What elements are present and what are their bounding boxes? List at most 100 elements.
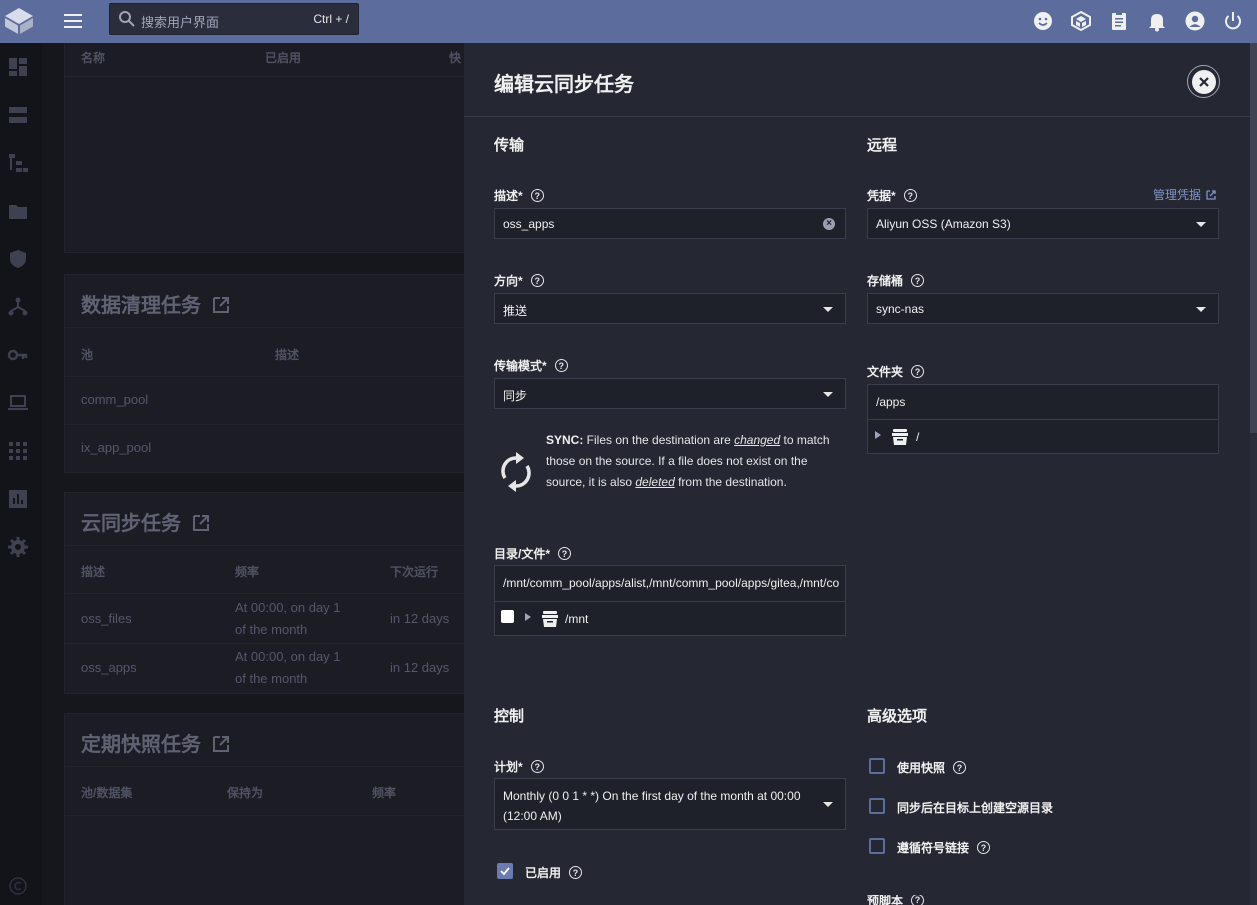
global-search-input[interactable]: 搜索用户界面 Ctrl + /	[109, 3, 359, 35]
shares-folder-icon[interactable]	[7, 200, 29, 222]
sync-mode-info: SYNC: Files on the destination are chang…	[494, 428, 846, 518]
transfer-mode-select[interactable]: 同步	[494, 378, 846, 409]
create-empty-dirs-checkbox[interactable]	[869, 798, 885, 814]
help-icon[interactable]: ?	[569, 866, 583, 879]
datasets-icon[interactable]	[7, 152, 29, 174]
edit-cloud-sync-dialog: 编辑云同步任务 传输 描述 *? oss_apps × 方向 *? 推送 传输模式 *…	[464, 43, 1257, 905]
follow-symlinks-checkbox[interactable]	[869, 838, 885, 854]
direction-select[interactable]: 推送	[494, 293, 846, 324]
help-icon[interactable]: ?	[911, 895, 925, 905]
folder-input[interactable]: /apps	[868, 385, 1218, 419]
virtualization-laptop-icon[interactable]	[7, 392, 29, 414]
tree-node-mnt[interactable]: /mnt	[495, 601, 845, 635]
card-title[interactable]: 数据清理任务	[81, 289, 231, 318]
open-in-new-icon[interactable]	[211, 734, 231, 754]
data-protection-shield-icon[interactable]	[7, 248, 29, 270]
next-run-text: in 12 days	[390, 660, 450, 675]
account-icon[interactable]	[1182, 8, 1207, 33]
network-icon[interactable]	[7, 296, 29, 318]
data-protection-page: 名称 已启用 快 数据清理任务 池 描述 comm_pool ix_app_po…	[42, 43, 464, 905]
description-input[interactable]: oss_apps ×	[494, 208, 846, 239]
dataset-icon	[542, 611, 558, 627]
use-snapshot-label[interactable]: 使用快照?	[897, 759, 967, 776]
apps-grid-icon[interactable]	[7, 440, 29, 462]
jobs-clipboard-icon[interactable]	[1106, 8, 1131, 33]
power-icon[interactable]	[1220, 8, 1245, 33]
search-shortcut: Ctrl + /	[313, 12, 349, 26]
enabled-checkbox[interactable]	[497, 863, 513, 879]
truenas-logo-icon[interactable]	[2, 4, 36, 38]
help-icon[interactable]: ?	[558, 547, 572, 560]
tree-node-root[interactable]: /	[868, 419, 1218, 453]
reporting-chart-icon[interactable]	[7, 488, 29, 510]
manage-credentials-link[interactable]: 管理凭据	[1153, 186, 1217, 203]
schedule-label: 计划 *?	[494, 758, 544, 775]
help-icon[interactable]: ?	[953, 761, 967, 774]
table-header: 频率	[372, 786, 397, 800]
hamburger-menu-icon[interactable]	[62, 10, 84, 32]
feedback-icon[interactable]	[1030, 8, 1055, 33]
help-icon[interactable]: ?	[911, 274, 925, 287]
checkmark-icon	[500, 867, 510, 876]
table-header: 名称	[81, 51, 106, 65]
truecommand-icon[interactable]	[1068, 8, 1093, 33]
table-header: 下次运行	[390, 565, 439, 579]
help-icon[interactable]: ?	[911, 365, 925, 378]
pre-script-label: 预脚本?	[867, 895, 925, 905]
card-title[interactable]: 云同步任务	[81, 507, 211, 536]
schedule-select[interactable]: Monthly (0 0 1 * *) On the first day of …	[494, 778, 846, 830]
sync-icon	[501, 452, 531, 492]
search-icon	[119, 11, 135, 27]
frequency-text: At 00:00, on day 1	[235, 649, 341, 664]
open-in-new-icon[interactable]	[211, 295, 231, 315]
help-icon[interactable]: ?	[977, 841, 991, 854]
scrollbar-thumb[interactable]	[1250, 43, 1257, 433]
dataset-icon	[892, 429, 908, 445]
tree-node-checkbox[interactable]	[501, 610, 514, 623]
top-bar: 搜索用户界面 Ctrl + /	[0, 0, 1257, 43]
credentials-label: 凭据 *?	[867, 187, 917, 204]
clear-input-icon[interactable]: ×	[823, 218, 835, 230]
create-empty-dirs-label[interactable]: 同步后在目标上创建空源目录	[897, 799, 1053, 816]
table-header: 描述	[81, 565, 106, 579]
direction-label: 方向 *?	[494, 272, 544, 289]
folder-label: 文件夹?	[867, 363, 925, 380]
table-row[interactable]: comm_pool	[81, 392, 148, 407]
dashboard-icon[interactable]	[7, 56, 29, 78]
help-icon[interactable]: ?	[530, 760, 544, 773]
dropdown-caret-icon	[823, 307, 833, 312]
directory-explorer: /mnt/comm_pool/apps/alist,/mnt/comm_pool…	[494, 565, 846, 636]
copyright-icon	[9, 877, 27, 895]
table-header: 频率	[235, 565, 260, 579]
description-label: 描述 *?	[494, 187, 544, 204]
directory-input[interactable]: /mnt/comm_pool/apps/alist,/mnt/comm_pool…	[495, 566, 845, 601]
table-row[interactable]: oss_apps	[81, 660, 137, 675]
next-run-text: in 12 days	[390, 611, 450, 626]
expand-arrow-icon[interactable]	[875, 431, 881, 439]
table-row[interactable]: oss_files	[81, 611, 132, 626]
help-icon[interactable]: ?	[530, 189, 544, 202]
table-row[interactable]: ix_app_pool	[81, 440, 151, 455]
frequency-text: of the month	[235, 671, 308, 686]
follow-symlinks-label[interactable]: 遵循符号链接?	[897, 839, 991, 856]
transfer-section-title: 传输	[494, 137, 525, 154]
open-in-new-icon[interactable]	[191, 513, 211, 533]
credentials-key-icon[interactable]	[7, 344, 29, 366]
help-icon[interactable]: ?	[530, 274, 544, 287]
folder-explorer: /apps /	[867, 384, 1219, 454]
card-title[interactable]: 定期快照任务	[81, 728, 231, 757]
expand-arrow-icon[interactable]	[525, 613, 531, 621]
help-icon[interactable]: ?	[554, 359, 568, 372]
bucket-select[interactable]: sync-nas	[867, 293, 1219, 324]
snapshot-tasks-card: 定期快照任务 池/数据集 保持为 频率	[64, 713, 464, 905]
help-icon[interactable]: ?	[903, 189, 917, 202]
sync-description: SYNC: Files on the destination are chang…	[546, 433, 830, 489]
close-dialog-button[interactable]	[1187, 65, 1220, 98]
system-settings-gear-icon[interactable]	[7, 536, 29, 558]
frequency-text: of the month	[235, 622, 308, 637]
use-snapshot-checkbox[interactable]	[869, 758, 885, 774]
notifications-bell-icon[interactable]	[1144, 8, 1169, 33]
storage-icon[interactable]	[7, 104, 29, 126]
credentials-select[interactable]: Aliyun OSS (Amazon S3)	[867, 208, 1219, 239]
enabled-label[interactable]: 已启用?	[525, 864, 583, 881]
